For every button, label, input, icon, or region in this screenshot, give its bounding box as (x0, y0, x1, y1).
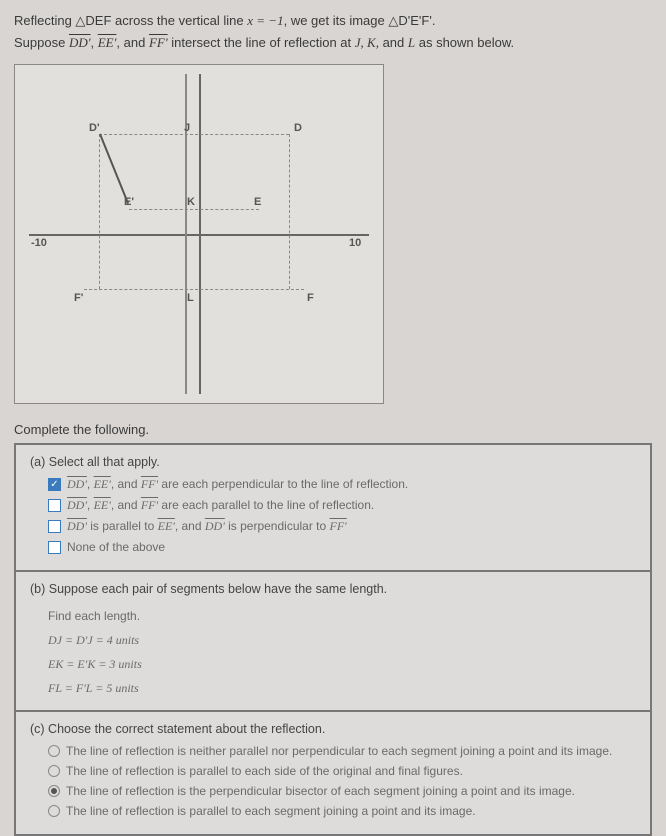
option-c4[interactable]: The line of reflection is parallel to ea… (48, 804, 636, 818)
segment-dd-line (99, 134, 289, 135)
label-l: L (187, 292, 194, 304)
checkbox-icon[interactable] (48, 520, 61, 533)
opt-text: The line of reflection is parallel to ea… (66, 764, 463, 778)
checkbox-checked-icon[interactable]: ✓ (48, 478, 61, 491)
opt-text: The line of reflection is the perpendicu… (66, 784, 575, 798)
intro-text: as shown below. (415, 35, 514, 50)
part-b: (b) Suppose each pair of segments below … (15, 571, 651, 711)
option-a4[interactable]: None of the above (48, 540, 636, 554)
seg: DD' (67, 498, 87, 512)
segment-ee-line (129, 209, 259, 210)
option-c3[interactable]: The line of reflection is the perpendicu… (48, 784, 636, 798)
option-c2[interactable]: The line of reflection is parallel to ea… (48, 764, 636, 778)
problem-intro: Reflecting △DEF across the vertical line… (14, 10, 652, 54)
intro-text: and (379, 35, 408, 50)
triangle-def: △DEF (75, 13, 111, 28)
seg: FF' (141, 498, 158, 512)
length-fl: FL = F'L = 5 units (48, 676, 636, 700)
length-dj: DJ = D'J = 4 units (48, 628, 636, 652)
points: J, K, (355, 35, 379, 50)
length-ek: EK = E'K = 3 units (48, 652, 636, 676)
intro-text: intersect the line of reflection at (168, 35, 355, 50)
complete-heading: Complete the following. (14, 422, 652, 437)
radio-icon[interactable] (48, 765, 60, 777)
part-b-head: (b) Suppose each pair of segments below … (30, 582, 636, 596)
label-d: D (294, 122, 302, 134)
label-k: K (187, 196, 195, 208)
option-a3[interactable]: DD' is parallel to EE', and DD' is perpe… (48, 519, 636, 534)
seg: FF' (330, 519, 347, 533)
radio-icon[interactable] (48, 805, 60, 817)
tri-left-de (99, 134, 129, 204)
opt-text: The line of reflection is neither parall… (66, 744, 612, 758)
opt-text: The line of reflection is parallel to ea… (66, 804, 476, 818)
label-j: J (184, 122, 190, 134)
part-a-head: (a) Select all that apply. (30, 455, 636, 469)
seg: DD' (67, 519, 87, 533)
seg: EE' (94, 498, 111, 512)
checkbox-icon[interactable] (48, 499, 61, 512)
part-a: (a) Select all that apply. ✓ DD', EE', a… (15, 444, 651, 571)
label-d-prime: D' (89, 122, 100, 134)
tick-neg10: -10 (31, 237, 47, 249)
part-c-head: (c) Choose the correct statement about t… (30, 722, 636, 736)
option-c1[interactable]: The line of reflection is neither parall… (48, 744, 636, 758)
label-e: E (254, 196, 261, 208)
intro-text: Reflecting (14, 13, 75, 28)
tri-right-df (289, 134, 290, 289)
segment-ff: FF' (149, 35, 168, 50)
txt: is perpendicular to (225, 519, 330, 533)
radio-icon[interactable] (48, 745, 60, 757)
x-axis (29, 234, 369, 236)
opt-text: are each perpendicular to the line of re… (158, 477, 408, 491)
txt: is parallel to (87, 519, 158, 533)
segment-ee: EE' (98, 35, 117, 50)
segment-dd: DD' (69, 35, 91, 50)
seg: FF' (141, 477, 158, 491)
segment-ff-line (84, 289, 304, 290)
opt-text: None of the above (67, 540, 165, 554)
seg: EE' (158, 519, 175, 533)
option-a1[interactable]: ✓ DD', EE', and FF' are each perpendicul… (48, 477, 636, 492)
equation: x = −1 (247, 13, 283, 28)
seg: EE' (94, 477, 111, 491)
label-e-prime: E' (124, 196, 134, 208)
label-f-prime: F' (74, 292, 83, 304)
opt-text: are each parallel to the line of reflect… (158, 498, 374, 512)
intro-text: , we get its image (284, 13, 389, 28)
seg: DD' (205, 519, 225, 533)
label-f: F (307, 292, 314, 304)
questions-table: (a) Select all that apply. ✓ DD', EE', a… (14, 443, 652, 836)
checkbox-icon[interactable] (48, 541, 61, 554)
part-b-sub: Find each length. (48, 604, 636, 628)
tri-left-df (99, 134, 100, 289)
txt: , and (175, 519, 205, 533)
part-c: (c) Choose the correct statement about t… (15, 711, 651, 835)
intro-text: Suppose (14, 35, 69, 50)
intro-text: across the vertical line (111, 13, 247, 28)
radio-checked-icon[interactable] (48, 785, 60, 797)
seg: DD' (67, 477, 87, 491)
option-a2[interactable]: DD', EE', and FF' are each parallel to t… (48, 498, 636, 513)
coordinate-graph: D' D J E' E K F' F L -10 10 (14, 64, 384, 404)
triangle-image: △D'E'F'. (388, 13, 435, 28)
tick-10: 10 (349, 237, 361, 249)
